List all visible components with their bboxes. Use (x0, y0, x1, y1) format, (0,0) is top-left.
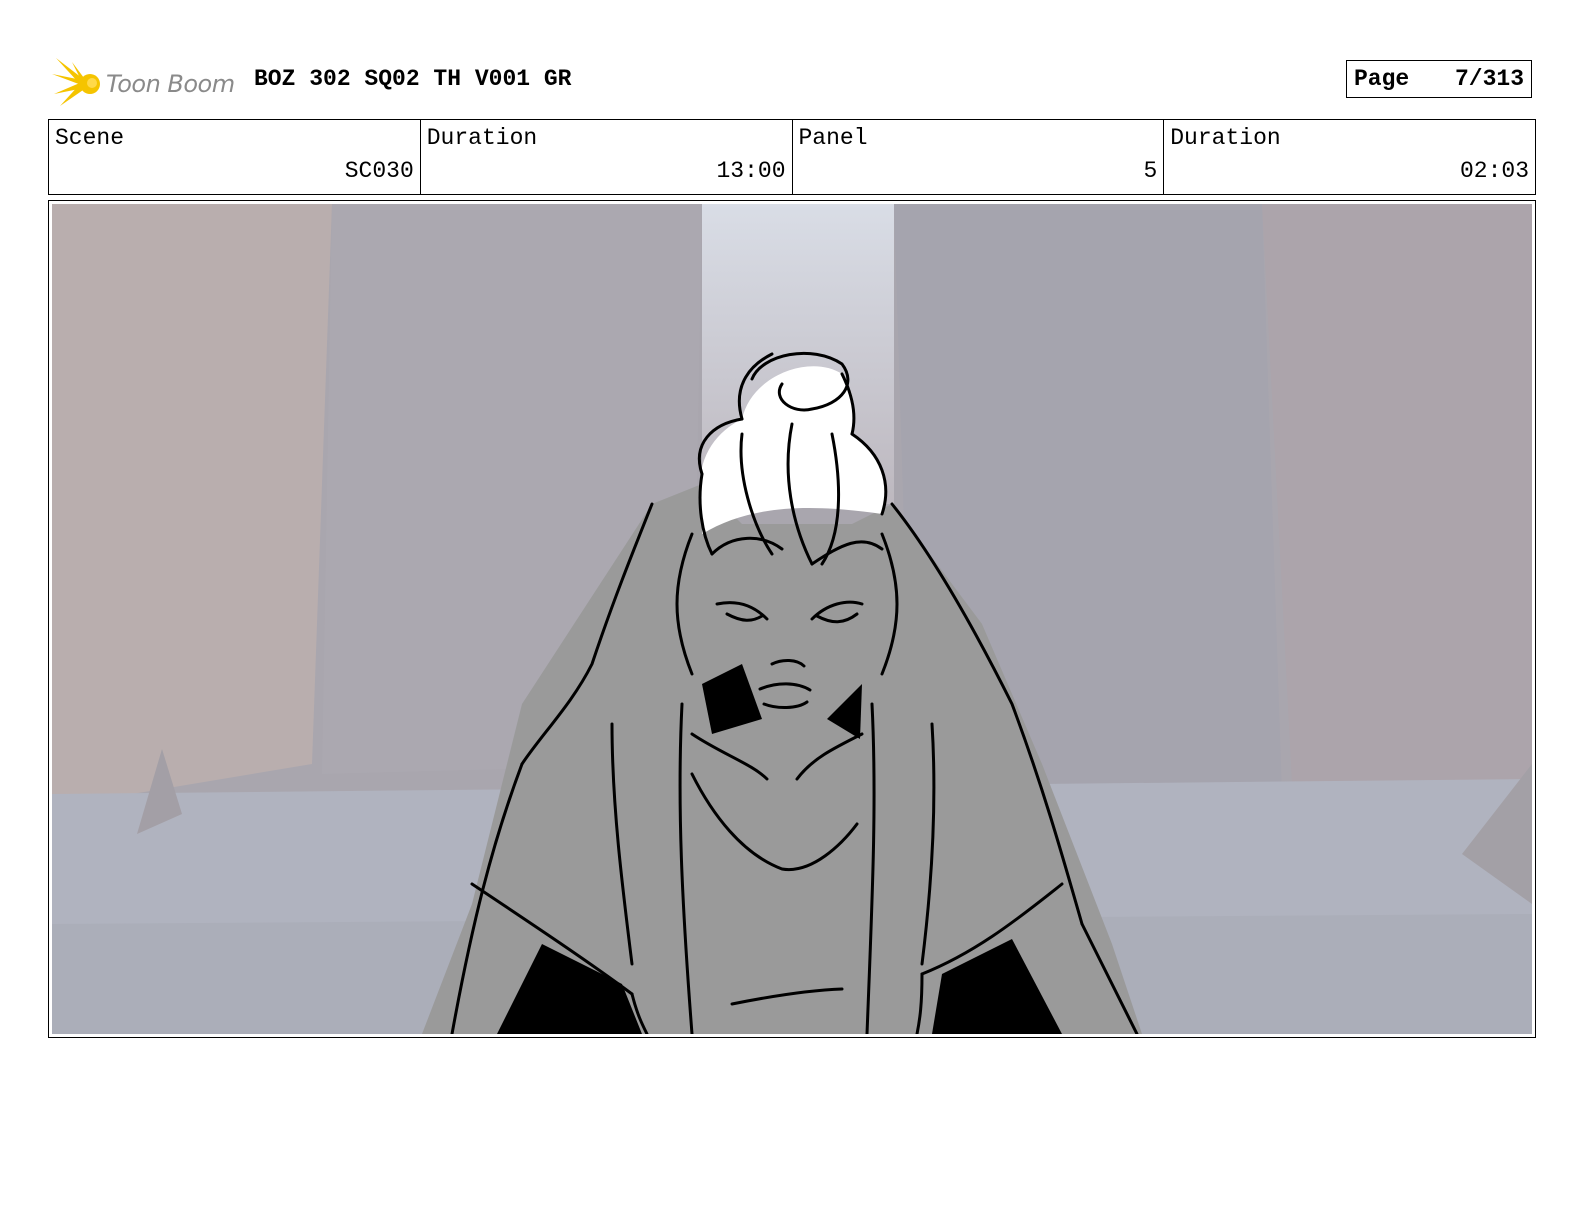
page-value: 7/313 (1454, 66, 1524, 92)
scene-value: SC030 (344, 158, 414, 184)
panel-cell: Panel 5 (793, 120, 1165, 194)
page-label: Page (1354, 66, 1410, 92)
panel-duration-value: 02:03 (1459, 158, 1529, 184)
page-counter: Page 7/313 (1346, 60, 1532, 98)
panel-info-table: Scene SC030 Duration 13:00 Panel 5 Durat… (48, 119, 1536, 195)
panel-label: Panel (798, 125, 868, 151)
scene-duration-label: Duration (426, 125, 538, 151)
panel-duration-cell: Duration 02:03 (1164, 120, 1535, 194)
scene-duration-cell: Duration 13:00 (421, 120, 793, 194)
logo-text: Toon Boom (106, 70, 235, 98)
panel-value: 5 (1143, 158, 1158, 184)
panel-duration-label: Duration (1170, 125, 1281, 151)
right-wall (1262, 204, 1532, 794)
storyboard-title: BOZ 302 SQ02 TH V001 GR (254, 66, 572, 92)
toon-boom-logo-icon (52, 58, 100, 106)
panel-image (52, 204, 1532, 1034)
scene-cell: Scene SC030 (49, 120, 421, 194)
storyboard-sketch (52, 204, 1532, 1034)
toon-boom-logo: Toon Boom (52, 56, 242, 108)
left-wall (52, 204, 332, 844)
storyboard-header: Toon Boom BOZ 302 SQ02 TH V001 GR Page 7… (48, 52, 1536, 112)
scene-label: Scene (55, 125, 125, 151)
scene-duration-value: 13:00 (716, 158, 786, 184)
